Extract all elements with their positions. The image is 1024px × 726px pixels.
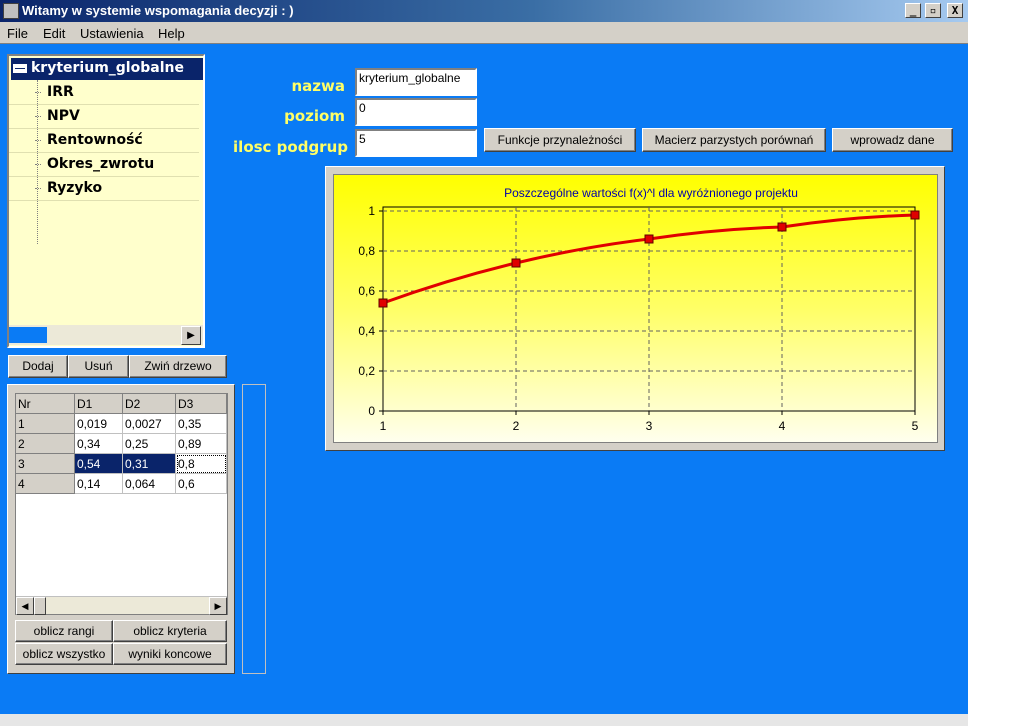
grid-cell[interactable]: 0,34	[74, 433, 123, 454]
grid-cell[interactable]: 0,54	[74, 453, 123, 474]
title-bar[interactable]: Witamy w systemie wspomagania decyzji : …	[0, 0, 968, 22]
status-strip	[0, 714, 968, 726]
x-tick-label: 5	[912, 419, 919, 433]
row-number[interactable]: 2	[16, 433, 75, 454]
data-point	[378, 298, 388, 308]
remove-button[interactable]: Usuń	[68, 355, 129, 378]
tree-node-root[interactable]: kryterium_globalne	[11, 58, 203, 80]
tree-node-okres-zwrotu[interactable]: Okres_zwrotu	[9, 153, 199, 177]
grid-cell[interactable]: 0,0027	[122, 413, 176, 434]
grid-cell[interactable]: 0,6	[175, 473, 227, 494]
x-tick-label: 1	[380, 419, 387, 433]
level-input[interactable]: 0	[355, 98, 477, 126]
window-title: Witamy w systemie wspomagania decyzji : …	[22, 3, 294, 18]
menu-edit[interactable]: Edit	[43, 26, 65, 41]
grid-cell[interactable]: 0,35	[175, 413, 227, 434]
grid-header-nr[interactable]: Nr	[16, 394, 75, 414]
x-tick-label: 4	[779, 419, 786, 433]
minimize-button[interactable]: _	[905, 3, 921, 18]
tree-node-label: kryterium_globalne	[31, 60, 184, 76]
add-button[interactable]: Dodaj	[8, 355, 68, 378]
chart-title: Poszczególne wartości f(x)^l dla wyróżni…	[504, 186, 798, 200]
y-tick-label: 0,4	[358, 324, 375, 338]
table-row[interactable]: 4 0,14 0,064 0,6	[16, 473, 227, 494]
close-button[interactable]: X	[947, 3, 963, 18]
grid-cell[interactable]: 0,31	[122, 453, 176, 474]
table-row[interactable]: 1 0,019 0,0027 0,35	[16, 413, 227, 434]
data-point	[777, 222, 787, 232]
app-window: Witamy w systemie wspomagania decyzji : …	[0, 0, 968, 726]
grid-header-d3[interactable]: D3	[175, 394, 227, 414]
compute-criteria-button[interactable]: oblicz kryteria	[113, 620, 227, 642]
level-label: poziom	[284, 107, 345, 125]
name-input[interactable]: kryterium_globalne	[355, 68, 477, 96]
scrollbar-thumb[interactable]	[9, 327, 47, 343]
grid-cell-focused[interactable]: 0,8	[175, 453, 227, 474]
maximize-button[interactable]: ▫	[925, 3, 941, 18]
tree-node-ryzyko[interactable]: Ryzyko	[9, 177, 199, 201]
tree-node-npv[interactable]: NPV	[9, 105, 199, 129]
grid-cell[interactable]: 0,064	[122, 473, 176, 494]
data-point	[511, 258, 521, 268]
grid-cell[interactable]: 0,019	[74, 413, 123, 434]
y-tick-label: 0,8	[358, 244, 375, 258]
compute-all-button[interactable]: oblicz wszystko	[15, 643, 113, 665]
menu-help[interactable]: Help	[158, 26, 185, 41]
menu-file[interactable]: File	[7, 26, 28, 41]
membership-chart: Poszczególne wartości f(x)^l dla wyróżni…	[358, 186, 920, 433]
final-results-button[interactable]: wyniki koncowe	[113, 643, 227, 665]
data-grid[interactable]: Nr D1 D2 D3 1 0,019 0,0027 0,35 2 0,34 0…	[15, 393, 228, 615]
row-number[interactable]: 4	[16, 473, 75, 494]
collapse-icon[interactable]	[13, 64, 27, 73]
data-point	[644, 234, 654, 244]
scrollbar-thumb[interactable]	[34, 597, 46, 615]
row-number[interactable]: 3	[16, 453, 75, 474]
grid-cell[interactable]: 0,14	[74, 473, 123, 494]
app-icon[interactable]	[3, 3, 19, 19]
tree-node-label: IRR	[47, 84, 74, 100]
table-row[interactable]: 2 0,34 0,25 0,89	[16, 433, 227, 454]
collapse-tree-button[interactable]: Zwiń drzewo	[129, 355, 227, 378]
pairwise-matrix-button[interactable]: Macierz parzystych porównań	[642, 128, 826, 152]
grid-cell[interactable]: 0,25	[122, 433, 176, 454]
scroll-left-icon[interactable]: ◀	[16, 597, 34, 615]
tree-node-label: Ryzyko	[47, 180, 103, 196]
subgroups-label: ilosc podgrup	[233, 138, 348, 156]
menu-ustawienia[interactable]: Ustawienia	[80, 26, 144, 41]
name-label: nazwa	[291, 77, 345, 95]
scroll-right-icon[interactable]: ▶	[181, 326, 201, 345]
side-panel	[242, 384, 266, 674]
tree-node-irr[interactable]: IRR	[9, 81, 199, 105]
grid-header-d1[interactable]: D1	[74, 394, 123, 414]
subgroups-input[interactable]: 5	[355, 129, 477, 157]
grid-horizontal-scrollbar[interactable]: ◀ ▶	[16, 596, 227, 615]
menu-bar: File Edit Ustawienia Help	[0, 22, 968, 44]
tree-node-label: Okres_zwrotu	[47, 156, 155, 172]
compute-ranks-button[interactable]: oblicz rangi	[15, 620, 113, 642]
grid-header-d2[interactable]: D2	[122, 394, 176, 414]
data-point	[910, 210, 920, 220]
y-tick-label: 0	[368, 404, 375, 418]
tree-node-label: NPV	[47, 108, 80, 124]
enter-data-button[interactable]: wprowadz dane	[832, 128, 953, 152]
row-number[interactable]: 1	[16, 413, 75, 434]
y-tick-label: 0,2	[358, 364, 375, 378]
membership-functions-button[interactable]: Funkcje przynależności	[484, 128, 636, 152]
scroll-right-icon[interactable]: ▶	[209, 597, 227, 615]
x-tick-label: 2	[513, 419, 520, 433]
table-row-selected[interactable]: 3 0,54 0,31 0,8	[16, 453, 227, 474]
y-tick-label: 1	[368, 204, 375, 218]
y-tick-label: 0,6	[358, 284, 375, 298]
grid-cell[interactable]: 0,89	[175, 433, 227, 454]
tree-node-label: Rentowność	[47, 132, 143, 148]
x-tick-label: 3	[646, 419, 653, 433]
criteria-tree[interactable]: kryterium_globalne IRR NPV Rentowność Ok…	[7, 54, 205, 348]
tree-horizontal-scrollbar[interactable]: ▶	[9, 325, 203, 345]
tree-node-rentownosc[interactable]: Rentowność	[9, 129, 199, 153]
